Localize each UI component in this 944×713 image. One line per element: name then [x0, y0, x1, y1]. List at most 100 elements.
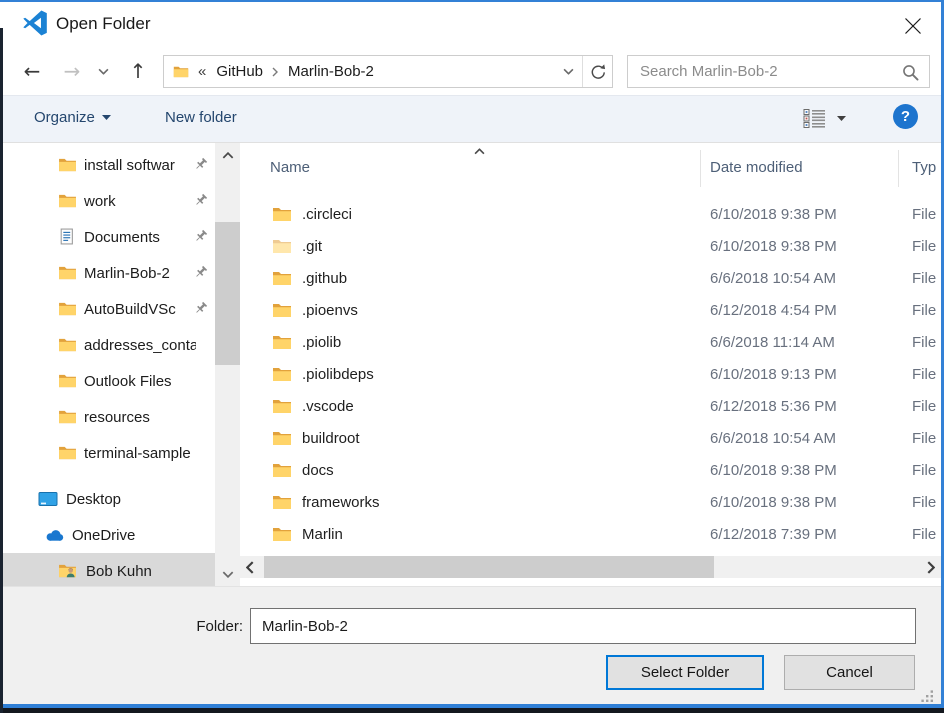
file-type: File	[912, 238, 936, 255]
table-row[interactable]: .circleci 6/10/2018 9:38 PM File	[240, 198, 944, 230]
table-row[interactable]: buildroot 6/6/2018 10:54 AM File	[240, 422, 944, 454]
chevron-right-icon[interactable]	[272, 67, 278, 77]
column-header-date-modified[interactable]: Date modified	[710, 159, 803, 176]
document-icon	[58, 228, 75, 245]
user-folder-icon	[58, 563, 77, 578]
sidebar-item-work[interactable]: work	[0, 183, 215, 219]
sidebar-item-label: install softwar	[0, 157, 175, 174]
sidebar-item-resources[interactable]: resources	[0, 399, 215, 435]
close-button[interactable]	[902, 15, 924, 37]
cancel-button[interactable]: Cancel	[784, 655, 915, 690]
desktop-icon	[38, 491, 58, 507]
scrollbar-thumb[interactable]	[264, 556, 714, 578]
table-row[interactable]: .piolib 6/6/2018 11:14 AM File	[240, 326, 944, 358]
scroll-up-button[interactable]	[215, 146, 240, 164]
chevron-down-icon	[563, 68, 574, 75]
caret-down-icon	[102, 115, 111, 120]
sidebar-item-bob-kuhn[interactable]: Bob Kuhn	[0, 553, 215, 588]
folder-icon	[272, 494, 292, 510]
select-folder-button[interactable]: Select Folder	[606, 655, 764, 690]
sidebar-item-terminal-sample[interactable]: terminal-sample	[0, 435, 215, 471]
back-button[interactable]: ←	[16, 57, 48, 85]
file-date: 6/12/2018 4:54 PM	[710, 302, 837, 319]
folder-icon	[272, 430, 292, 446]
column-divider[interactable]	[700, 150, 701, 187]
file-date: 6/6/2018 10:54 AM	[710, 430, 836, 447]
window-shadow-bottom	[0, 708, 944, 713]
column-divider[interactable]	[898, 150, 899, 187]
sidebar-item-addresses-contacts[interactable]: addresses_conta	[0, 327, 215, 363]
sidebar-item-install-software[interactable]: install softwar	[0, 147, 215, 183]
scroll-left-button[interactable]	[240, 556, 260, 578]
file-name: .circleci	[302, 206, 352, 223]
sidebar-item-outlook-files[interactable]: Outlook Files	[0, 363, 215, 399]
sidebar-item-desktop[interactable]: Desktop	[0, 481, 215, 517]
table-row[interactable]: .github 6/6/2018 10:54 AM File	[240, 262, 944, 294]
file-type: File	[912, 526, 936, 543]
pin-icon	[193, 301, 208, 316]
horizontal-scrollbar[interactable]	[240, 556, 944, 578]
column-header-type[interactable]: Typ	[912, 159, 936, 176]
address-bar[interactable]: « GitHub Marlin-Bob-2	[163, 55, 613, 88]
folder-icon	[58, 157, 77, 172]
folder-name-input[interactable]	[250, 608, 916, 644]
new-folder-button[interactable]: New folder	[165, 109, 237, 126]
folder-icon	[58, 301, 77, 316]
file-name: .piolib	[302, 334, 341, 351]
search-icon[interactable]	[901, 63, 920, 82]
table-row[interactable]: Marlin 6/12/2018 7:39 PM File	[240, 518, 944, 550]
breadcrumb-overflow[interactable]: «	[198, 63, 206, 80]
scroll-right-button[interactable]	[921, 556, 941, 578]
up-button[interactable]: ↑	[122, 57, 154, 85]
scrollbar-thumb[interactable]	[215, 222, 240, 365]
help-button[interactable]: ?	[893, 104, 918, 129]
file-name: docs	[302, 462, 334, 479]
vscode-logo-icon	[22, 10, 48, 36]
folder-icon	[58, 193, 77, 208]
table-row[interactable]: docs 6/10/2018 9:38 PM File	[240, 454, 944, 486]
breadcrumb-current[interactable]: Marlin-Bob-2	[288, 63, 374, 80]
folder-icon	[272, 302, 292, 318]
folder-icon	[272, 526, 292, 542]
navigation-pane: install softwar work Documents Marlin-Bo…	[0, 143, 215, 588]
table-row[interactable]: .piolibdeps 6/10/2018 9:13 PM File	[240, 358, 944, 390]
close-icon	[904, 17, 922, 35]
sidebar-item-autobuildvsc[interactable]: AutoBuildVSc	[0, 291, 215, 327]
file-type: File	[912, 334, 936, 351]
command-toolbar: Organize New folder ?	[0, 95, 944, 143]
pin-icon	[193, 265, 208, 280]
file-name: .vscode	[302, 398, 354, 415]
table-row[interactable]: frameworks 6/10/2018 9:38 PM File	[240, 486, 944, 518]
file-name: .pioenvs	[302, 302, 358, 319]
table-row[interactable]: .pioenvs 6/12/2018 4:54 PM File	[240, 294, 944, 326]
file-date: 6/12/2018 7:39 PM	[710, 526, 837, 543]
recent-locations-button[interactable]	[98, 68, 109, 75]
resize-grip-icon[interactable]	[918, 687, 934, 703]
organize-label: Organize	[34, 109, 95, 126]
column-header-name[interactable]: Name	[270, 159, 310, 176]
scroll-down-button[interactable]	[215, 565, 240, 583]
window-title: Open Folder	[56, 14, 151, 34]
pin-icon	[193, 229, 208, 244]
file-type: File	[912, 206, 936, 223]
chevron-down-icon	[222, 571, 234, 578]
file-type: File	[912, 494, 936, 511]
sidebar-item-documents[interactable]: Documents	[0, 219, 215, 255]
breadcrumb-github[interactable]: GitHub	[216, 63, 263, 80]
folder-icon	[272, 398, 292, 414]
refresh-button[interactable]	[582, 56, 612, 87]
help-question-icon: ?	[901, 108, 910, 125]
sidebar-item-marlin-bob-2[interactable]: Marlin-Bob-2	[0, 255, 215, 291]
address-dropdown-button[interactable]	[554, 56, 582, 87]
file-date: 6/10/2018 9:38 PM	[710, 494, 837, 511]
file-list: Name Date modified Typ .circleci 6/10/20…	[240, 143, 944, 588]
organize-menu-button[interactable]: Organize	[34, 109, 111, 126]
sidebar-scrollbar[interactable]	[215, 143, 240, 588]
table-row[interactable]: .vscode 6/12/2018 5:36 PM File	[240, 390, 944, 422]
search-input[interactable]	[628, 56, 929, 87]
view-mode-button[interactable]	[803, 108, 846, 128]
sidebar-item-onedrive[interactable]: OneDrive	[0, 517, 215, 553]
table-row[interactable]: .git 6/10/2018 9:38 PM File	[240, 230, 944, 262]
forward-button[interactable]: →	[56, 57, 88, 85]
sidebar-item-label: addresses_conta	[0, 337, 196, 354]
